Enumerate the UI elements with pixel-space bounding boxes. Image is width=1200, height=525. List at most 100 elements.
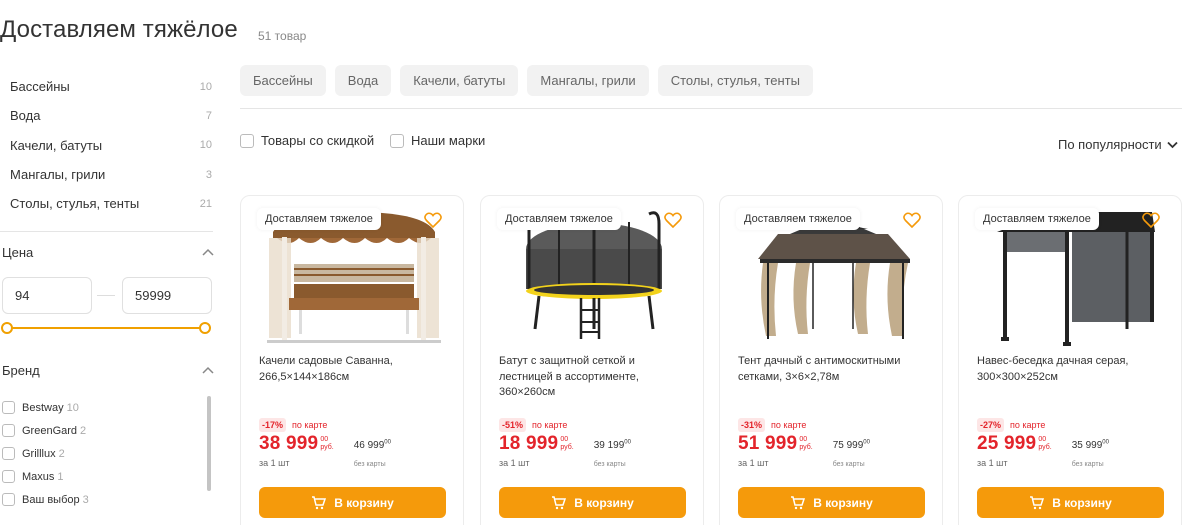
chip-grills[interactable]: Мангалы, грили (527, 65, 649, 96)
our-brands-filter[interactable]: Наши марки (390, 133, 485, 148)
price-currency: руб. (799, 444, 813, 451)
category-label: Столы, стулья, тенты (10, 196, 140, 212)
chevron-up-icon (202, 366, 214, 376)
price-badges: -17% по карте (259, 418, 327, 432)
price-badges: -51% по карте (499, 418, 567, 432)
chip-pools[interactable]: Бассейны (240, 65, 326, 96)
category-count: 3 (205, 168, 212, 181)
old-price-label: без карты (593, 461, 626, 468)
chip-tables[interactable]: Столы, стулья, тенты (657, 65, 813, 96)
delivery-tag: Доставляем тяжелое (257, 208, 381, 230)
heart-icon[interactable] (424, 212, 442, 228)
add-to-cart-button[interactable]: В корзину (259, 487, 446, 518)
product-card[interactable]: Доставляем тяжелое Батут с защитной сетк… (480, 195, 704, 525)
brand-checkbox[interactable] (2, 401, 15, 414)
product-name[interactable]: Тент дачный с антимоскитными сетками, 3×… (738, 354, 928, 385)
brand-label: Bestway (22, 401, 64, 414)
heart-icon[interactable] (903, 212, 921, 228)
old-price: 75 99900 (833, 440, 870, 451)
price-badges: -27% по карте (977, 418, 1045, 432)
category-label: Бассейны (10, 79, 70, 95)
brand-label: Maxus (22, 470, 55, 483)
old-price: 39 19900 (594, 440, 631, 451)
add-to-cart-button[interactable]: В корзину (499, 487, 686, 518)
old-price-block: 46 99900 без карты (354, 435, 391, 471)
cart-icon (552, 495, 567, 509)
card-price: 38 999 (259, 433, 319, 454)
old-price: 35 99900 (1072, 440, 1109, 451)
add-to-cart-button[interactable]: В корзину (977, 487, 1164, 518)
category-item-swings[interactable]: Качели, батуты 10 (0, 131, 213, 160)
per-unit-label: за 1 шт (977, 458, 1008, 468)
category-item-pools[interactable]: Бассейны 10 (0, 72, 213, 101)
brand-checkbox[interactable] (2, 424, 15, 437)
brand-count: 2 (80, 424, 87, 437)
chips-divider (240, 108, 1182, 109)
old-price-kop: 00 (863, 439, 870, 446)
brand-filter-header[interactable]: Бренд (2, 363, 214, 378)
category-chips: Бассейны Вода Качели, батуты Мангалы, гр… (240, 65, 813, 96)
category-item-water[interactable]: Вода 7 (0, 101, 213, 130)
brand-checkbox[interactable] (2, 470, 15, 483)
product-name[interactable]: Батут с защитной сеткой и лестницей в ас… (499, 354, 689, 401)
sort-label: По популярности (1058, 137, 1162, 152)
add-to-cart-button[interactable]: В корзину (738, 487, 925, 518)
old-price-value: 75 999 (832, 440, 864, 451)
price-max-input[interactable] (122, 277, 212, 314)
category-label: Мангалы, грили (10, 167, 106, 183)
chip-water[interactable]: Вода (334, 65, 392, 96)
old-price-value: 46 999 (353, 440, 385, 451)
brand-item-greengard[interactable]: GreenGard 2 (2, 419, 202, 442)
card-price-cents: 00 руб. (320, 436, 333, 452)
chevron-up-icon (202, 248, 214, 258)
discount-checkbox[interactable] (240, 133, 254, 148)
sort-dropdown[interactable]: По популярности (1058, 137, 1178, 152)
product-name[interactable]: Навес-беседка дачная серая, 300×300×252с… (977, 354, 1167, 385)
brand-count: 3 (82, 493, 89, 506)
brand-label: GreenGard (22, 424, 78, 437)
brand-item-vash-vybor[interactable]: Ваш выбор 3 (2, 488, 202, 511)
price-range-min-handle[interactable] (1, 322, 13, 334)
discount-badge: -27% (977, 418, 1005, 432)
discount-label: Товары со скидкой (261, 133, 375, 148)
category-item-grills[interactable]: Мангалы, грили 3 (0, 160, 213, 189)
price-currency: руб. (1038, 444, 1052, 451)
card-price-cents: 00 руб. (799, 436, 812, 452)
price-range-max-handle[interactable] (199, 322, 211, 334)
on-card-label: по карте (292, 420, 328, 430)
old-price-block: 35 99900 без карты (1072, 435, 1109, 471)
product-card[interactable]: Доставляем тяжелое Навес-беседка дачная … (958, 195, 1182, 525)
discount-badge: -31% (738, 418, 766, 432)
discount-badge: -51% (499, 418, 527, 432)
old-price-kop: 00 (1102, 439, 1109, 446)
old-price-label: без карты (832, 461, 865, 468)
chip-swings[interactable]: Качели, батуты (400, 65, 519, 96)
card-price: 51 999 (738, 433, 798, 454)
heart-icon[interactable] (1142, 212, 1160, 228)
brand-item-bestway[interactable]: Bestway 10 (2, 396, 202, 419)
price-filter-header[interactable]: Цена (2, 245, 214, 260)
price-kop: 00 (1038, 436, 1047, 443)
brand-checkbox[interactable] (2, 447, 15, 460)
category-item-tables[interactable]: Столы, стулья, тенты 21 (0, 189, 213, 218)
product-name[interactable]: Качели садовые Саванна, 266,5×144×186см (259, 354, 449, 385)
product-card[interactable]: Доставляем тяжелое Качели садовые Саванн… (240, 195, 464, 525)
card-price: 25 999 (977, 433, 1037, 454)
old-price: 46 99900 (354, 440, 391, 451)
brand-item-grilllux[interactable]: Grilllux 2 (2, 442, 202, 465)
brand-checkbox[interactable] (2, 493, 15, 506)
price-min-input[interactable] (2, 277, 92, 314)
brand-list-scrollbar[interactable] (207, 396, 211, 491)
brand-item-maxus[interactable]: Maxus 1 (2, 465, 202, 488)
our-brands-checkbox[interactable] (390, 133, 404, 148)
price-range-track[interactable] (6, 327, 206, 329)
on-card-label: по карте (1010, 420, 1046, 430)
cart-icon (1030, 495, 1045, 509)
price-currency: руб. (560, 444, 574, 451)
brand-filter-title: Бренд (2, 363, 40, 378)
discount-filter[interactable]: Товары со скидкой (240, 133, 374, 148)
cart-icon (312, 495, 327, 509)
product-card[interactable]: Доставляем тяжелое Тент дачный с антимос… (719, 195, 943, 525)
heart-icon[interactable] (664, 212, 682, 228)
price-badges: -31% по карте (738, 418, 806, 432)
